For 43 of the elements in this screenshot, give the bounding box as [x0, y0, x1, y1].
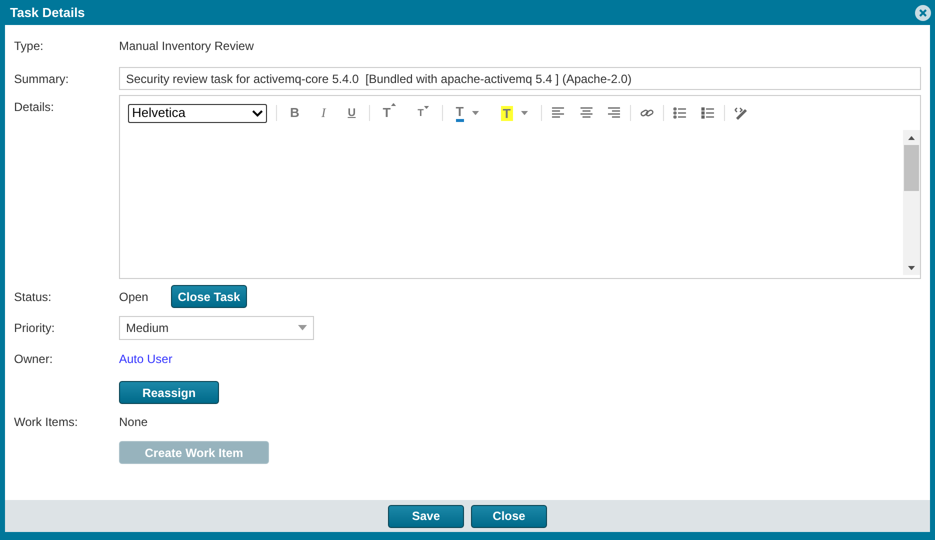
bold-button[interactable]: B — [286, 103, 304, 123]
pencil-icon[interactable] — [734, 106, 748, 120]
font-size-increase-button[interactable]: T — [378, 103, 400, 123]
close-icon[interactable] — [915, 4, 931, 20]
field-label: Work Items: — [14, 414, 79, 431]
align-center-icon[interactable] — [578, 106, 593, 120]
field-label: Details: — [14, 99, 56, 116]
italic-button[interactable]: I — [317, 103, 330, 123]
field-label: Owner: — [14, 351, 54, 368]
caret-icon — [298, 325, 307, 331]
summary-field[interactable]: Security review task for activemq-core 5.4.0 [Bundled with apache-activemq 5.4 ] (Apache-2.0) — [119, 67, 921, 90]
footer-button[interactable]: Close — [471, 504, 547, 528]
bullet-list-icon[interactable] — [700, 106, 715, 120]
rich-text-editor[interactable]: Helvetica B I U T T T T — [119, 95, 921, 279]
field-label: Priority: — [14, 320, 56, 337]
caret-icon — [520, 110, 528, 116]
caret-icon — [390, 103, 396, 106]
scroll-up-icon — [908, 136, 915, 140]
reassign-button[interactable]: Reassign — [119, 381, 219, 404]
work-items-value: None — [119, 414, 148, 431]
caret-icon — [424, 106, 429, 108]
status-value: Open — [119, 288, 150, 306]
type-value: Manual Inventory Review — [119, 38, 254, 55]
scroll-down-icon — [908, 266, 915, 270]
highlight-color-button[interactable]: T — [496, 106, 532, 120]
field-label: Status: — [14, 288, 52, 306]
close-task-button[interactable]: Close Task — [171, 285, 247, 308]
numbered-list-icon[interactable] — [672, 106, 687, 120]
font-size-decrease-button[interactable]: T — [414, 106, 433, 120]
align-left-icon[interactable] — [550, 106, 565, 120]
chevron-down-icon — [252, 110, 263, 116]
align-right-icon[interactable] — [606, 106, 621, 120]
field-label: Type: — [14, 38, 44, 55]
scrollbar[interactable] — [903, 130, 920, 275]
font-select[interactable]: Helvetica — [128, 104, 267, 122]
window-title: Task Details — [9, 4, 85, 22]
text-color-button[interactable]: T — [452, 104, 483, 122]
underline-button[interactable]: U — [344, 104, 360, 122]
field-label: Summary: — [14, 70, 70, 88]
owner-link[interactable]: Auto User — [119, 350, 172, 368]
caret-icon — [472, 110, 479, 116]
priority-select[interactable]: Medium — [119, 316, 314, 340]
footer-button[interactable]: Save — [388, 504, 464, 528]
